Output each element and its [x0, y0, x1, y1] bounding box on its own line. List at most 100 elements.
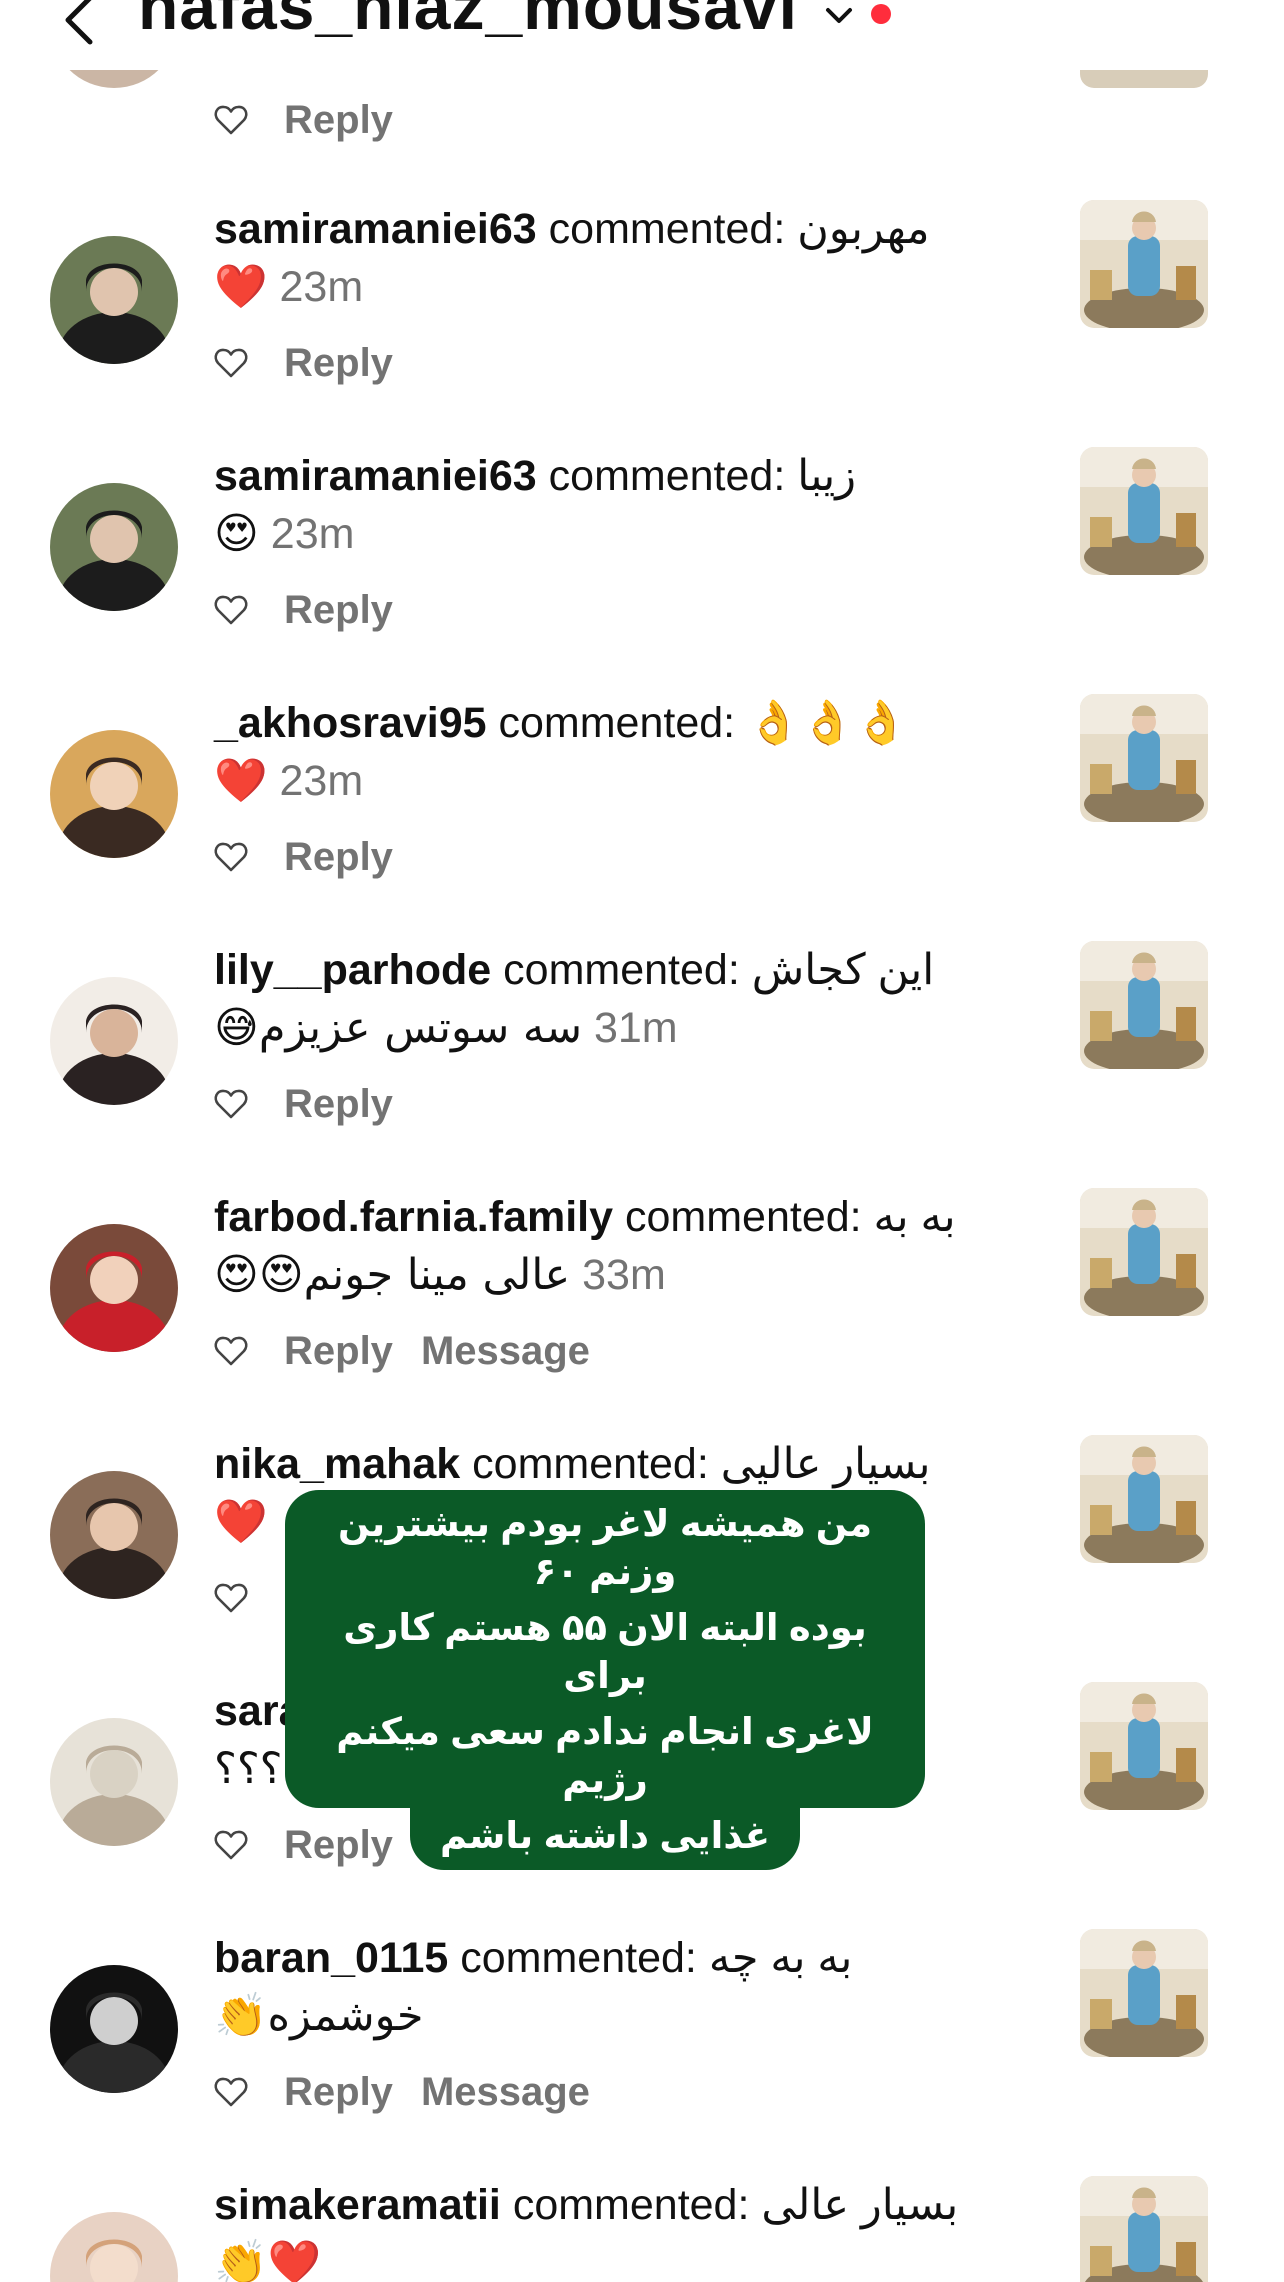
post-thumbnail[interactable] — [1080, 200, 1208, 328]
avatar[interactable] — [50, 2212, 178, 2282]
avatar[interactable] — [50, 236, 178, 364]
avatar[interactable] — [50, 977, 178, 1105]
message-button[interactable]: Message — [421, 1329, 590, 1374]
timestamp: 31m — [593, 1004, 678, 1052]
comment-continuation: خوشمزه👏 — [214, 1991, 424, 2041]
caption-line: بوده البته الان ۵۵ هستم کاری برای — [285, 1600, 925, 1704]
notification-text[interactable]: simakeramatii commented: بسیار عالی ❤️👏 — [214, 2176, 1034, 2282]
post-thumbnail[interactable] — [1080, 1188, 1208, 1316]
avatar[interactable] — [50, 483, 178, 611]
comment-text: به به — [873, 1193, 956, 1241]
heart-outline-icon[interactable] — [214, 594, 248, 626]
action-row: Reply — [214, 832, 421, 882]
heart-outline-icon[interactable] — [214, 1088, 248, 1120]
notification-text[interactable]: baran_0115 commented: به به چه خوشمزه👏 — [214, 1929, 1034, 2045]
avatar[interactable] — [50, 1965, 178, 2093]
comment-text: زیبا — [797, 452, 857, 500]
message-button[interactable]: Message — [421, 2070, 590, 2115]
username[interactable]: nika_mahak — [214, 1440, 460, 1488]
commented-label: commented: — [512, 2181, 750, 2229]
comment-line-2: 😍 23m — [214, 505, 1034, 563]
reply-button[interactable]: Reply — [284, 1082, 393, 1127]
heart-outline-icon[interactable] — [214, 1335, 248, 1367]
comment-continuation: سه سوتس عزیزم😅 — [214, 1003, 582, 1053]
commented-label: commented: — [472, 1440, 709, 1488]
action-row: Reply — [214, 1079, 421, 1129]
post-thumbnail[interactable] — [1080, 1929, 1208, 2057]
comment-text: مهربون — [797, 205, 930, 253]
avatar[interactable] — [50, 730, 178, 858]
commented-label: commented: — [498, 699, 736, 747]
notification-text[interactable]: samiramaniei63 commented: مهربون ❤️ 23m — [214, 200, 1034, 316]
notification-text[interactable]: _akhosravi95 commented: 👌👌👌 ❤️ 23m — [214, 694, 1034, 810]
post-thumbnail[interactable] — [1080, 941, 1208, 1069]
comment-line-2: خوشمزه👏 — [214, 1987, 1034, 2045]
post-thumbnail[interactable] — [1080, 2176, 1208, 2282]
comment-text: بسیار عالی — [761, 2181, 959, 2229]
story-caption-overlay: من همیشه لاغر بودم بیشترین وزنم ۶۰ بوده … — [285, 1490, 925, 1870]
notification-text[interactable]: farbod.farnia.family commented: به به عا… — [214, 1188, 1034, 1304]
comment-line-2: ❤️ 23m — [214, 258, 1034, 316]
comment-continuation: ❤️ — [214, 262, 268, 312]
profile-username[interactable]: nafas_niaz_mousavi — [138, 0, 798, 44]
chevron-down-icon[interactable] — [822, 4, 856, 30]
comment-line-2: ❤️👏 — [214, 2234, 1034, 2282]
post-thumbnail[interactable] — [1080, 447, 1208, 575]
username[interactable]: samiramaniei63 — [214, 205, 537, 253]
post-thumbnail[interactable] — [1080, 694, 1208, 822]
comment-line-2: ❤️ 23m — [214, 752, 1034, 810]
timestamp: 23m — [270, 510, 355, 558]
comment-text: بسیار عالیی — [720, 1440, 931, 1488]
action-row: Reply — [214, 95, 421, 145]
comment-continuation: عالی مینا جونم😍😍 — [214, 1250, 571, 1300]
username[interactable]: lily__parhode — [214, 946, 491, 994]
commented-label: commented: — [503, 946, 740, 994]
notification-dot — [871, 4, 891, 24]
reply-button[interactable]: Reply — [284, 2070, 393, 2115]
heart-outline-icon[interactable] — [214, 841, 248, 873]
caption-line: من همیشه لاغر بودم بیشترین وزنم ۶۰ — [285, 1490, 925, 1600]
action-row: Reply Message — [214, 2067, 590, 2117]
caption-line: لاغری انجام ندادم سعی میکنم رژیم — [285, 1704, 925, 1808]
reply-button[interactable]: Reply — [284, 835, 393, 880]
reply-button[interactable]: Reply — [284, 341, 393, 386]
heart-outline-icon[interactable] — [214, 347, 248, 379]
caption-line: غذایی داشته باشم — [409, 1808, 800, 1870]
username[interactable]: baran_0115 — [214, 1934, 448, 1982]
commented-label: commented: — [624, 1193, 862, 1241]
notifications-list: Reply samiramaniei63 commented: مهربون ❤… — [0, 0, 1284, 2282]
heart-outline-icon[interactable] — [214, 1829, 248, 1861]
comment-continuation: ❤️ — [214, 1497, 268, 1547]
post-thumbnail[interactable] — [1080, 1682, 1208, 1810]
reply-button[interactable]: Reply — [284, 588, 393, 633]
username[interactable]: simakeramatii — [214, 2181, 501, 2229]
username[interactable]: farbod.farnia.family — [214, 1193, 613, 1241]
avatar[interactable] — [50, 1718, 178, 1846]
commented-label: commented: — [548, 452, 786, 500]
heart-outline-icon[interactable] — [214, 1582, 248, 1614]
username[interactable]: _akhosravi95 — [214, 699, 487, 747]
notification-text[interactable]: samiramaniei63 commented: زیبا 😍 23m — [214, 447, 1034, 563]
comment-continuation: 😍 — [214, 509, 259, 559]
comment-continuation: ❤️ — [214, 756, 268, 806]
username[interactable]: samiramaniei63 — [214, 452, 537, 500]
avatar[interactable] — [50, 1471, 178, 1599]
reply-button[interactable]: Reply — [284, 98, 393, 143]
back-arrow-icon[interactable] — [60, 0, 100, 54]
post-thumbnail[interactable] — [1080, 1435, 1208, 1563]
avatar[interactable] — [50, 1224, 178, 1352]
heart-outline-icon[interactable] — [214, 2076, 248, 2108]
heart-outline-icon[interactable] — [214, 104, 248, 136]
comment-line-2: عالی مینا جونم😍😍 33m — [214, 1246, 1034, 1304]
action-row: Reply Message — [214, 1326, 590, 1376]
timestamp: 23m — [279, 263, 364, 311]
reply-button[interactable]: Reply — [284, 1329, 393, 1374]
comment-line-2: سه سوتس عزیزم😅 31m — [214, 999, 1034, 1057]
notification-text[interactable]: lily__parhode commented: این کجاش سه سوت… — [214, 941, 1034, 1057]
top-bar: nafas_niaz_mousavi — [0, 0, 1284, 70]
commented-label: commented: — [460, 1934, 697, 1982]
timestamp: 33m — [582, 1251, 666, 1299]
commented-label: commented: — [548, 205, 786, 253]
comment-text: این کجاش — [751, 946, 935, 994]
comment-continuation: ❤️👏 — [214, 2238, 322, 2282]
